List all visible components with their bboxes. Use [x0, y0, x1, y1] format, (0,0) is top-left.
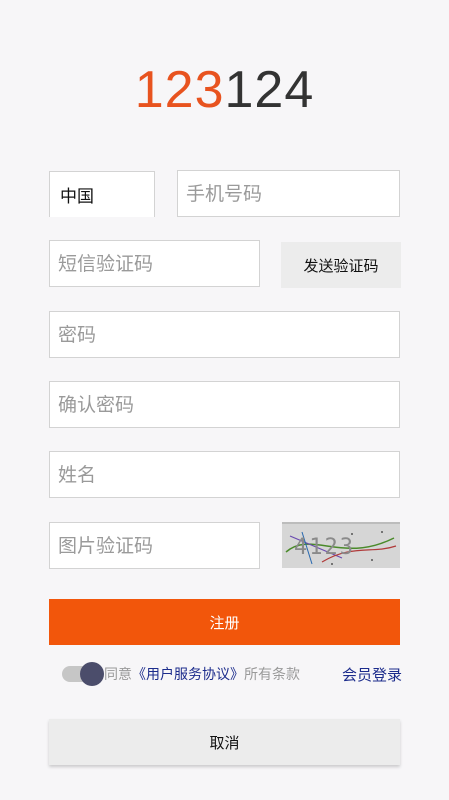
country-selector[interactable]: 中国 — [49, 171, 155, 217]
agreement-toggle[interactable] — [62, 662, 104, 686]
captcha-text: 4123 — [294, 535, 355, 560]
register-button[interactable]: 注册 — [49, 599, 400, 645]
password-input[interactable] — [50, 312, 399, 357]
agreement-prefix: 同意 — [104, 667, 132, 683]
logo-part-2: 124 — [224, 61, 315, 119]
logo-part-1: 123 — [134, 61, 225, 119]
name-field[interactable] — [49, 451, 400, 498]
password-field[interactable] — [49, 311, 400, 358]
confirm-password-field[interactable] — [49, 381, 400, 428]
app-logo: 123 124 — [0, 61, 449, 119]
name-input[interactable] — [50, 452, 399, 497]
agreement-row: 同意 《用户服务协议》 所有条款 会员登录 — [62, 660, 402, 688]
toggle-knob — [80, 662, 104, 686]
sms-code-field[interactable] — [49, 240, 260, 287]
image-code-field[interactable] — [49, 522, 260, 569]
cancel-button[interactable]: 取消 — [49, 719, 400, 765]
phone-field[interactable] — [177, 170, 400, 217]
send-code-button[interactable]: 发送验证码 — [281, 242, 401, 288]
image-code-input[interactable] — [50, 523, 259, 568]
member-login-link[interactable]: 会员登录 — [342, 664, 402, 685]
captcha-image[interactable]: 4123 — [282, 522, 400, 568]
phone-input[interactable] — [178, 171, 399, 216]
sms-code-input[interactable] — [50, 241, 259, 286]
agreement-suffix: 所有条款 — [244, 667, 300, 683]
confirm-password-input[interactable] — [50, 382, 399, 427]
service-agreement-link[interactable]: 《用户服务协议》 — [132, 664, 244, 684]
